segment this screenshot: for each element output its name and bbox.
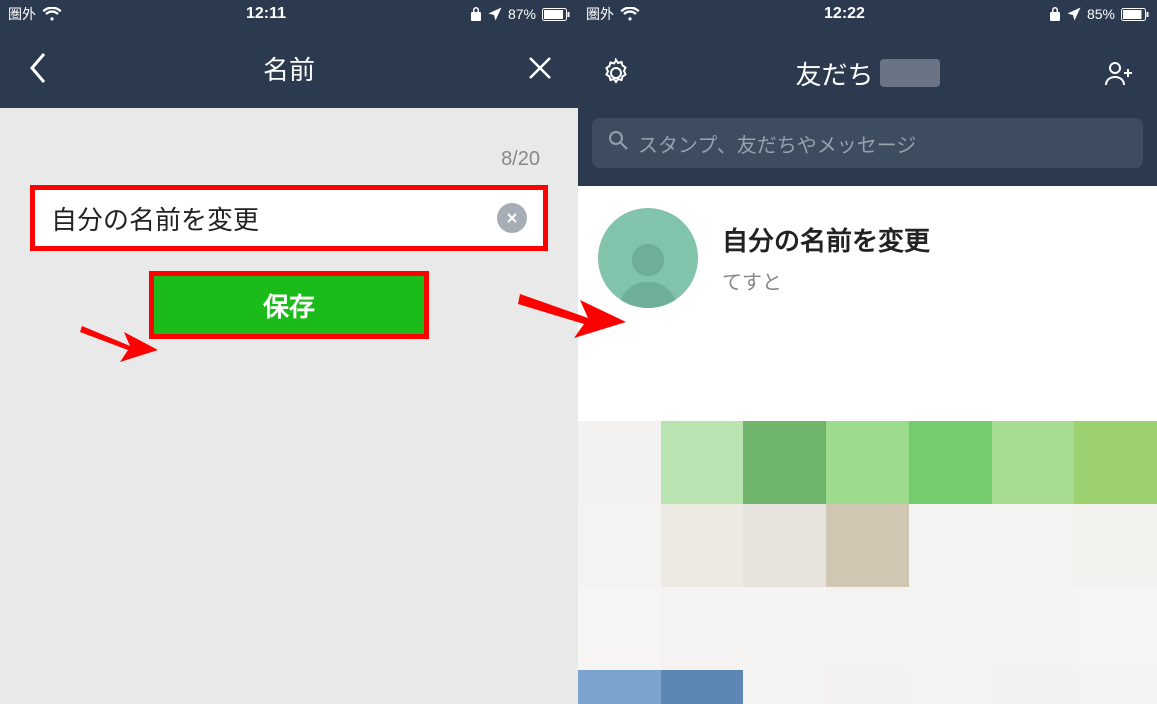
blurred-cell bbox=[661, 670, 744, 704]
avatar bbox=[598, 208, 698, 308]
blurred-cell bbox=[661, 587, 744, 670]
statusbar: 圏外 12:22 85% bbox=[578, 0, 1157, 28]
blurred-cell bbox=[826, 587, 909, 670]
add-friend-button[interactable] bbox=[1101, 55, 1137, 91]
friends-title-label: 友だち bbox=[795, 55, 873, 92]
blurred-cell bbox=[743, 421, 826, 504]
blurred-cell bbox=[909, 587, 992, 670]
blurred-cell bbox=[1074, 338, 1157, 421]
blurred-cell bbox=[909, 338, 992, 421]
location-icon bbox=[1067, 7, 1081, 21]
screen-name-edit: 圏外 12:11 87% 名前 8/20 bbox=[0, 0, 578, 704]
blurred-cell bbox=[992, 338, 1075, 421]
search-placeholder: スタンプ、友だちやメッセージ bbox=[638, 129, 916, 158]
blurred-cell bbox=[743, 587, 826, 670]
blurred-cell bbox=[992, 504, 1075, 587]
blurred-cell bbox=[992, 587, 1075, 670]
blurred-cell bbox=[909, 421, 992, 504]
blurred-cell bbox=[826, 338, 909, 421]
blurred-cell bbox=[1074, 421, 1157, 504]
profile-status: てすと bbox=[722, 266, 930, 295]
close-button[interactable] bbox=[522, 50, 558, 86]
clock: 12:11 bbox=[246, 5, 286, 23]
friends-list-blurred bbox=[578, 338, 1157, 704]
statusbar: 圏外 12:11 87% bbox=[0, 0, 578, 28]
char-counter: 8/20 bbox=[30, 148, 548, 171]
back-button[interactable] bbox=[20, 50, 56, 86]
friends-count-blurred bbox=[880, 59, 940, 87]
save-button-highlight: 保存 bbox=[149, 271, 429, 339]
blurred-cell bbox=[909, 504, 992, 587]
blurred-cell bbox=[992, 421, 1075, 504]
page-title: 名前 bbox=[263, 50, 315, 87]
page-title: 友だち bbox=[795, 55, 939, 92]
blurred-cell bbox=[992, 670, 1075, 704]
name-input[interactable] bbox=[51, 203, 497, 234]
clear-button[interactable] bbox=[497, 203, 527, 233]
wifi-icon bbox=[42, 7, 62, 21]
wifi-icon bbox=[620, 7, 640, 21]
search-area: スタンプ、友だちやメッセージ bbox=[578, 118, 1157, 186]
blurred-cell bbox=[743, 504, 826, 587]
settings-button[interactable] bbox=[598, 55, 634, 91]
blurred-cell bbox=[578, 587, 661, 670]
blurred-cell bbox=[826, 504, 909, 587]
blurred-cell bbox=[578, 504, 661, 587]
battery-label: 87% bbox=[508, 6, 536, 22]
clock: 12:22 bbox=[824, 5, 865, 23]
blurred-cell bbox=[1074, 670, 1157, 704]
carrier-label: 圏外 bbox=[8, 4, 36, 24]
blurred-cell bbox=[743, 338, 826, 421]
blurred-cell bbox=[1074, 587, 1157, 670]
blurred-cell bbox=[661, 421, 744, 504]
location-icon bbox=[488, 7, 502, 21]
screen-friends: 圏外 12:22 85% 友だち bbox=[578, 0, 1157, 704]
battery-icon bbox=[542, 8, 570, 21]
navbar: 名前 bbox=[0, 28, 578, 108]
profile-row[interactable]: 自分の名前を変更 てすと bbox=[578, 186, 1157, 338]
battery-label: 85% bbox=[1087, 6, 1115, 22]
blurred-cell bbox=[578, 338, 661, 421]
blurred-cell bbox=[578, 421, 661, 504]
profile-name: 自分の名前を変更 bbox=[722, 221, 930, 258]
blurred-cell bbox=[826, 421, 909, 504]
battery-icon bbox=[1121, 8, 1149, 21]
lock-icon bbox=[470, 7, 482, 21]
name-input-highlight bbox=[30, 185, 548, 251]
blurred-cell bbox=[578, 670, 661, 704]
lock-icon bbox=[1049, 7, 1061, 21]
blurred-cell bbox=[826, 670, 909, 704]
carrier-label: 圏外 bbox=[586, 4, 614, 24]
search-input[interactable]: スタンプ、友だちやメッセージ bbox=[592, 118, 1143, 168]
blurred-cell bbox=[661, 338, 744, 421]
save-button[interactable]: 保存 bbox=[154, 276, 424, 334]
navbar: 友だち bbox=[578, 28, 1157, 118]
blurred-cell bbox=[743, 670, 826, 704]
blurred-cell bbox=[1074, 504, 1157, 587]
search-icon bbox=[608, 130, 628, 156]
blurred-cell bbox=[909, 670, 992, 704]
blurred-cell bbox=[661, 504, 744, 587]
